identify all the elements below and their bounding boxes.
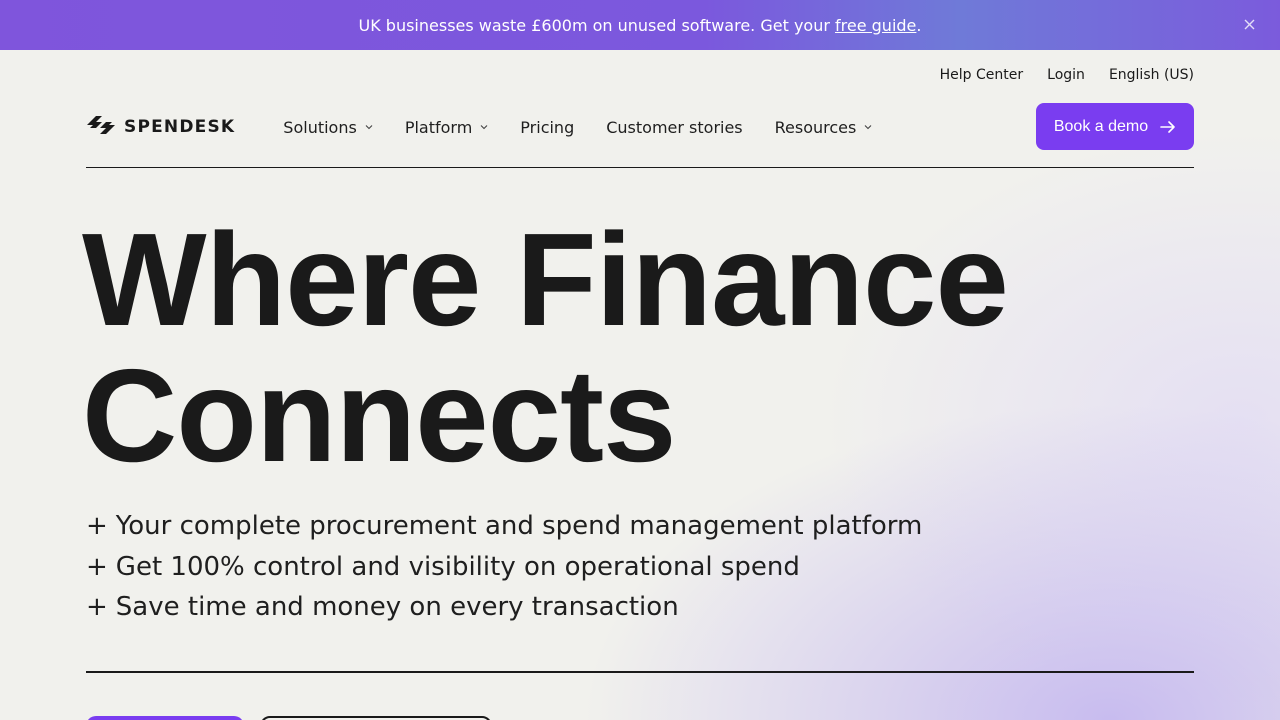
promo-banner: UK businesses waste £600m on unused soft… bbox=[0, 0, 1280, 50]
list-item: + Get 100% control and visibility on oper… bbox=[86, 547, 922, 588]
hero-title-line-1: Where Finance bbox=[82, 206, 1009, 353]
nav-divider bbox=[86, 167, 1194, 168]
bullet-marker: + bbox=[86, 592, 108, 622]
bullet-marker: + bbox=[86, 511, 108, 541]
hero-title: Where Finance Connects bbox=[82, 212, 1182, 484]
nav-item-pricing[interactable]: Pricing bbox=[520, 118, 574, 137]
nav-item-label: Customer stories bbox=[606, 117, 743, 137]
chevron-down-icon bbox=[864, 125, 872, 130]
chevron-down-icon bbox=[480, 125, 488, 130]
spendesk-logo[interactable]: SPENDESK bbox=[86, 114, 235, 140]
nav-item-label: Resources bbox=[774, 117, 857, 137]
language-selector[interactable]: English (US) bbox=[1109, 67, 1194, 83]
logo-wordmark: SPENDESK bbox=[124, 117, 236, 137]
utility-nav: Help Center Login English (US) bbox=[940, 67, 1194, 83]
nav-item-platform[interactable]: Platform bbox=[405, 118, 488, 137]
secondary-cta-button[interactable] bbox=[260, 716, 492, 720]
nav-item-label: Solutions bbox=[283, 117, 357, 137]
bullet-text: Save time and money on every transaction bbox=[115, 592, 679, 622]
bullet-text: Get 100% control and visibility on opera… bbox=[115, 551, 800, 582]
primary-cta-button[interactable] bbox=[86, 716, 244, 720]
help-center-link[interactable]: Help Center bbox=[940, 67, 1024, 83]
nav-item-solutions[interactable]: Solutions bbox=[283, 118, 373, 137]
close-icon[interactable] bbox=[1240, 15, 1258, 33]
arrow-right-icon bbox=[1160, 120, 1175, 133]
login-link[interactable]: Login bbox=[1047, 67, 1085, 83]
hero-divider bbox=[86, 671, 1194, 673]
banner-text-before: UK businesses waste £600m on unused soft… bbox=[358, 15, 836, 35]
banner-text-after: . bbox=[916, 15, 922, 35]
nav-item-resources[interactable]: Resources bbox=[775, 118, 873, 137]
book-demo-button[interactable]: Book a demo bbox=[1036, 103, 1194, 150]
list-item: + Save time and money on every transactio… bbox=[86, 587, 922, 628]
nav-item-customer-stories[interactable]: Customer stories bbox=[606, 118, 742, 137]
hero-bullets: + Your complete procurement and spend man… bbox=[86, 506, 922, 628]
list-item: + Your complete procurement and spend man… bbox=[86, 506, 922, 547]
bullet-marker: + bbox=[86, 551, 108, 582]
main-nav: SPENDESK Solutions Platform Pricing Cust… bbox=[86, 103, 1194, 151]
chevron-down-icon bbox=[365, 125, 373, 130]
spendesk-logo-icon bbox=[86, 114, 116, 140]
nav-items: Solutions Platform Pricing Customer stor… bbox=[283, 118, 872, 137]
nav-item-label: Platform bbox=[404, 117, 473, 137]
hero-title-line-2: Connects bbox=[82, 342, 676, 489]
book-demo-label: Book a demo bbox=[1053, 117, 1149, 135]
nav-item-label: Pricing bbox=[520, 117, 575, 137]
free-guide-link[interactable]: free guide bbox=[835, 16, 916, 35]
bullet-text: Your complete procurement and spend mana… bbox=[115, 511, 923, 541]
banner-text: UK businesses waste £600m on unused soft… bbox=[359, 16, 922, 35]
